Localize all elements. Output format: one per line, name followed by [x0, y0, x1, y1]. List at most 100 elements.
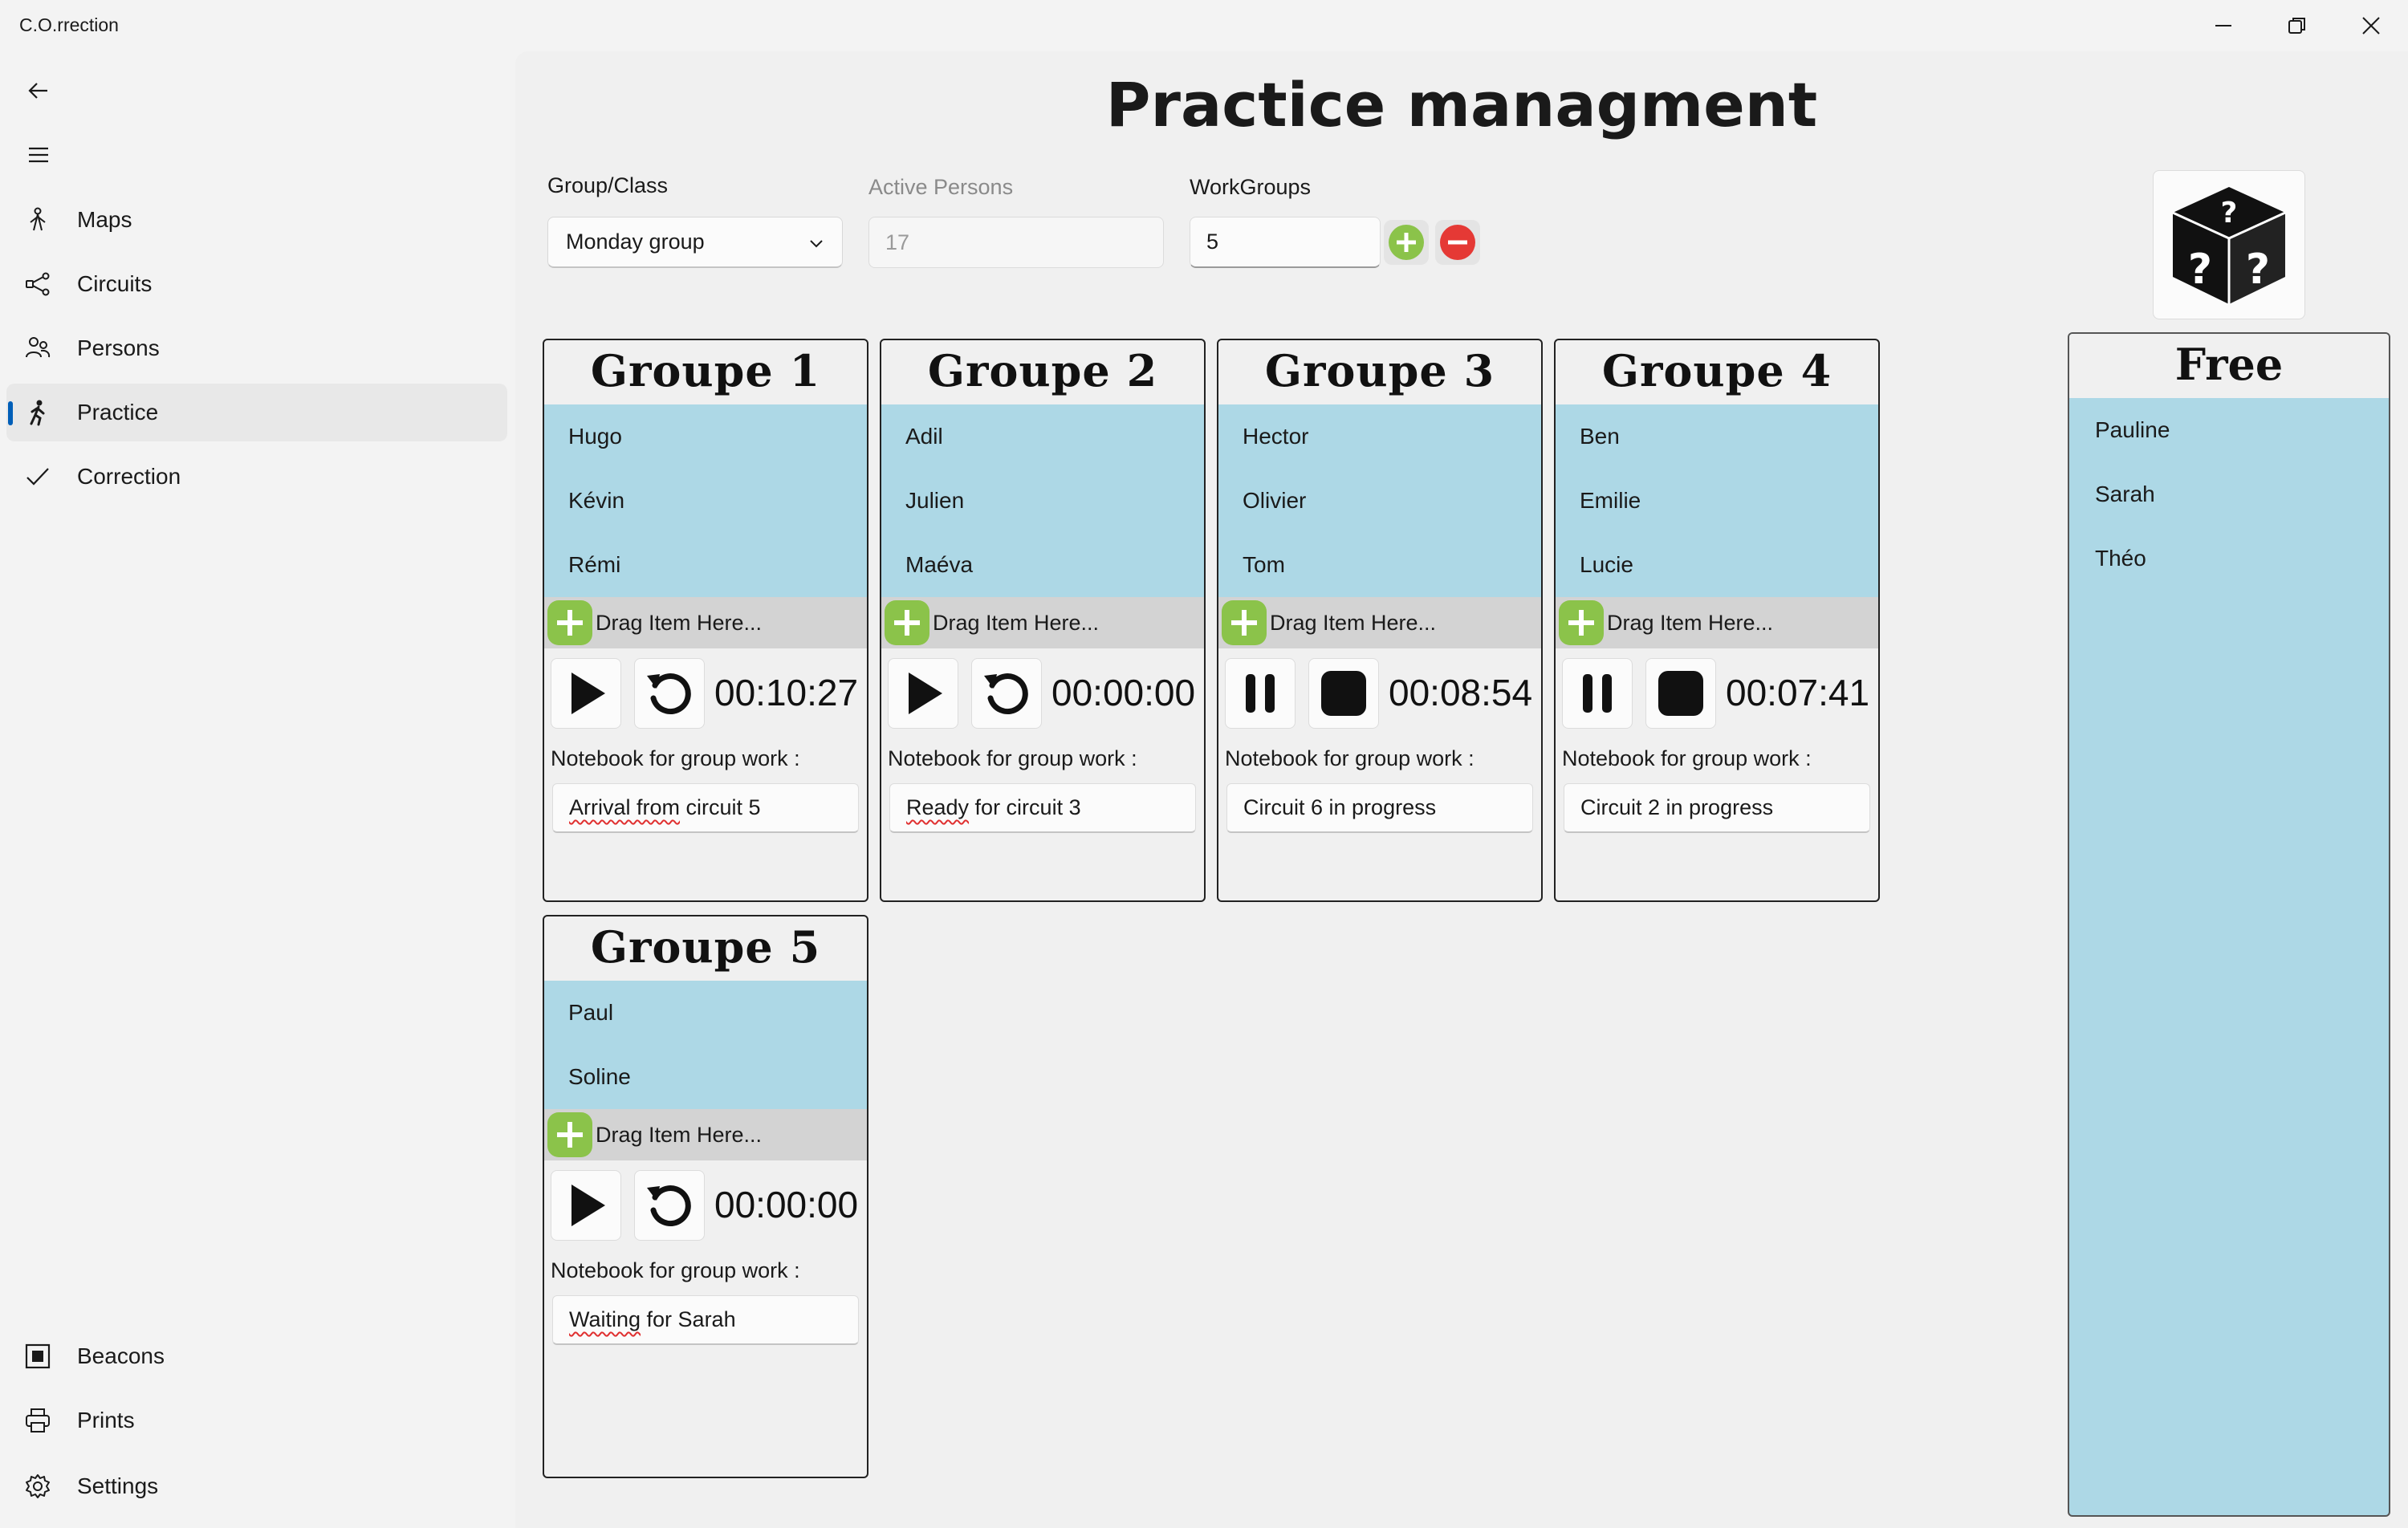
member-item[interactable]: Lucie	[1556, 533, 1878, 597]
drag-drop-zone[interactable]: Drag Item Here...	[1556, 597, 1878, 648]
svg-text:?: ?	[2188, 246, 2212, 294]
share-nodes-icon	[24, 270, 51, 298]
sidebar: Maps Circuits Persons Practice Correctio…	[0, 51, 515, 1528]
member-item[interactable]: Paul	[544, 981, 867, 1045]
notebook-input[interactable]: Circuit 2 in progress	[1564, 783, 1870, 833]
plus-circle-icon	[1389, 225, 1424, 260]
play-button[interactable]	[888, 658, 958, 729]
restore-button[interactable]	[2260, 0, 2334, 51]
pause-button[interactable]	[1225, 658, 1296, 729]
stop-button[interactable]	[1645, 658, 1716, 729]
member-item[interactable]: Kévin	[544, 469, 867, 533]
free-panel[interactable]: Free Pauline Sarah Théo	[2068, 332, 2390, 1517]
notebook-text-misspelled: Ready	[906, 795, 970, 819]
notebook-input[interactable]: Circuit 6 in progress	[1226, 783, 1533, 833]
add-member-icon[interactable]	[1557, 599, 1605, 647]
group-card: Groupe 3 Hector Olivier Tom Drag Item Here..…	[1217, 339, 1543, 902]
sidebar-item-beacons[interactable]: Beacons	[6, 1327, 507, 1385]
restore-icon	[2288, 18, 2305, 34]
add-workgroup-button[interactable]	[1384, 220, 1429, 265]
workgroups-field[interactable]: 5	[1190, 217, 1381, 268]
add-member-icon[interactable]	[546, 599, 594, 647]
sidebar-item-persons[interactable]: Persons	[6, 319, 507, 377]
reset-button[interactable]	[971, 658, 1042, 729]
pause-button[interactable]	[1562, 658, 1633, 729]
minimize-button[interactable]	[2186, 0, 2260, 51]
reset-button[interactable]	[634, 658, 705, 729]
remove-workgroup-button[interactable]	[1435, 220, 1480, 265]
member-item[interactable]: Adil	[881, 404, 1204, 469]
checkmark-icon	[24, 463, 51, 490]
play-button[interactable]	[551, 1170, 621, 1241]
free-title: Free	[2174, 339, 2284, 390]
hamburger-icon	[29, 147, 48, 163]
play-icon	[909, 673, 942, 714]
sidebar-item-label: Correction	[77, 464, 181, 489]
notebook-text: for Sarah	[641, 1307, 736, 1331]
pause-icon	[1583, 674, 1612, 713]
play-icon	[571, 1185, 605, 1226]
sidebar-item-label: Maps	[77, 207, 132, 232]
notebook-text: Circuit 6 in progress	[1243, 795, 1437, 819]
drop-zone-text: Drag Item Here...	[933, 610, 1100, 635]
member-item[interactable]: Hugo	[544, 404, 867, 469]
member-item[interactable]: Julien	[881, 469, 1204, 533]
notebook-input[interactable]: Ready for circuit 3	[889, 783, 1196, 833]
member-item[interactable]: Soline	[544, 1045, 867, 1109]
running-icon	[24, 399, 51, 426]
notebook-label: Notebook for group work :	[551, 1258, 800, 1282]
member-item[interactable]: Rémi	[544, 533, 867, 597]
sidebar-item-label: Beacons	[77, 1343, 165, 1368]
free-member-item[interactable]: Pauline	[2069, 398, 2389, 462]
sidebar-item-circuits[interactable]: Circuits	[6, 255, 507, 313]
drag-drop-zone[interactable]: Drag Item Here...	[544, 1109, 867, 1160]
close-button[interactable]	[2334, 0, 2408, 51]
sidebar-item-settings[interactable]: Settings	[6, 1457, 507, 1515]
title-bar: C.O.rrection	[0, 0, 2408, 51]
hamburger-menu-button[interactable]	[19, 136, 58, 174]
reset-button[interactable]	[634, 1170, 705, 1241]
active-persons-label: Active Persons	[868, 175, 1014, 199]
group-class-value: Monday group	[566, 230, 705, 254]
group-member-list: Ben Emilie Lucie	[1556, 404, 1878, 597]
member-item[interactable]: Tom	[1218, 533, 1541, 597]
workgroups-value: 5	[1206, 230, 1219, 254]
member-item[interactable]: Hector	[1218, 404, 1541, 469]
notebook-input[interactable]: Waiting for Sarah	[552, 1295, 859, 1345]
group-card: Groupe 1 Hugo Kévin Rémi Drag Item Here... 00…	[543, 339, 868, 902]
group-card: Groupe 4 Ben Emilie Lucie Drag Item Here... 0…	[1554, 339, 1880, 902]
notebook-input[interactable]: Arrival from circuit 5	[552, 783, 859, 833]
notebook-text: Circuit 2 in progress	[1580, 795, 1774, 819]
svg-text:?: ?	[2221, 197, 2238, 230]
drag-drop-zone[interactable]: Drag Item Here...	[544, 597, 867, 648]
back-arrow-icon	[28, 83, 47, 99]
free-member-item[interactable]: Théo	[2069, 526, 2389, 591]
sidebar-item-practice[interactable]: Practice	[6, 384, 507, 441]
play-button[interactable]	[551, 658, 621, 729]
active-indicator	[8, 401, 13, 425]
sidebar-item-correction[interactable]: Correction	[6, 448, 507, 506]
group-title: Groupe 3	[1264, 345, 1495, 396]
add-member-icon[interactable]	[546, 1111, 594, 1159]
member-item[interactable]: Olivier	[1218, 469, 1541, 533]
member-item[interactable]: Maéva	[881, 533, 1204, 597]
add-member-icon[interactable]	[883, 599, 931, 647]
member-item[interactable]: Emilie	[1556, 469, 1878, 533]
member-item[interactable]: Ben	[1556, 404, 1878, 469]
group-class-dropdown[interactable]: Monday group	[547, 217, 843, 268]
play-icon	[571, 673, 605, 714]
sidebar-item-prints[interactable]: Prints	[6, 1392, 507, 1449]
random-dice-button[interactable]: ? ? ?	[2153, 170, 2305, 319]
stop-button[interactable]	[1308, 658, 1379, 729]
free-member-item[interactable]: Sarah	[2069, 462, 2389, 526]
sidebar-item-maps[interactable]: Maps	[6, 191, 507, 249]
back-button[interactable]	[19, 71, 58, 110]
drag-drop-zone[interactable]: Drag Item Here...	[881, 597, 1204, 648]
notebook-label: Notebook for group work :	[551, 746, 800, 770]
group-card: Groupe 2 Adil Julien Maéva Drag Item Here...…	[880, 339, 1206, 902]
drag-drop-zone[interactable]: Drag Item Here...	[1218, 597, 1541, 648]
add-member-icon[interactable]	[1220, 599, 1268, 647]
notebook-label: Notebook for group work :	[1562, 746, 1812, 770]
notebook-text-misspelled: Waiting	[569, 1307, 641, 1331]
pause-icon	[1246, 674, 1275, 713]
